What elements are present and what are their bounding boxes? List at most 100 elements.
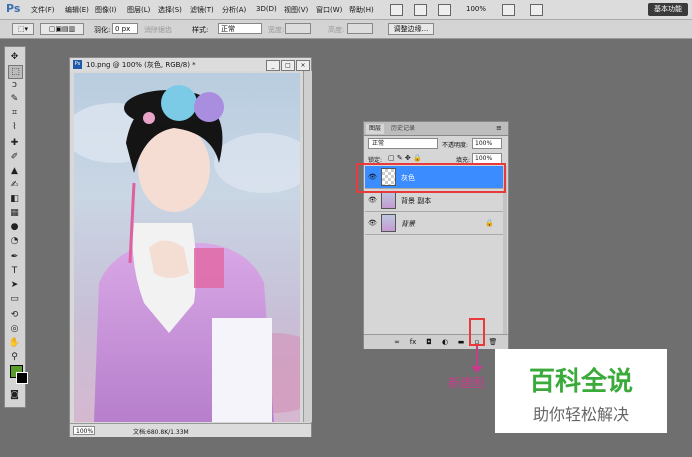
close-icon[interactable]: × xyxy=(296,60,310,71)
menu-layer[interactable]: 图层(L) xyxy=(127,5,150,15)
minibridge-icon[interactable] xyxy=(414,4,427,16)
document-status-bar: 100% 文档:680.8K/1.33M xyxy=(70,423,311,437)
screen-mode-icon[interactable] xyxy=(530,4,543,16)
quick-select-tool-icon[interactable]: ✎ xyxy=(8,93,21,105)
annotation-text: 新建图 xyxy=(448,376,485,390)
width-input[interactable] xyxy=(285,23,311,34)
tools-panel: ✥ ⬚ ↄ ✎ ⌗ ⌇ ✚ ✐ ▲ ✍ ◧ ▦ ● ◔ ✒ T ➤ ▭ ⟲ ◎ … xyxy=(4,46,28,408)
link-layers-icon[interactable]: ∞ xyxy=(392,337,402,347)
document-window: Ps 10.png @ 100% (灰色, RGB/8) * _ □ × 100… xyxy=(69,57,312,437)
menu-3d[interactable]: 3D(D) xyxy=(256,5,277,13)
group-icon[interactable]: ▬ xyxy=(456,337,466,347)
lock-icons[interactable]: ▢ ✎ ✥ 🔒 xyxy=(388,154,422,162)
minimize-icon[interactable]: _ xyxy=(266,60,280,71)
marquee-tool-icon[interactable]: ⬚ xyxy=(8,65,23,79)
bridge-icon[interactable] xyxy=(390,4,403,16)
opacity-label: 不透明度: xyxy=(442,142,469,149)
document-titlebar[interactable]: Ps 10.png @ 100% (灰色, RGB/8) * _ □ × xyxy=(70,58,311,71)
3d-orbit-tool-icon[interactable]: ◎ xyxy=(8,323,21,335)
opacity-input[interactable]: 100% xyxy=(472,138,502,149)
style-select[interactable]: 正常 xyxy=(218,23,262,34)
workspace-button[interactable]: 基本功能 xyxy=(648,3,688,16)
layer-mask-icon[interactable]: ◘ xyxy=(424,337,434,347)
blur-tool-icon[interactable]: ● xyxy=(8,221,21,233)
pen-tool-icon[interactable]: ✒ xyxy=(8,251,21,263)
panel-tabs: 图层 历史记录 ≡ xyxy=(364,122,508,136)
history-brush-tool-icon[interactable]: ✍ xyxy=(8,179,21,191)
options-bar: ⬚▾ ▢▣▤▥ 羽化: 0 px 消除锯齿 样式: 正常 宽度: 高度: 调整边… xyxy=(0,20,692,39)
width-label: 宽度: xyxy=(268,26,285,34)
path-select-tool-icon[interactable]: ➤ xyxy=(8,279,21,291)
watermark-logo: 百科全说 助你轻松解决 xyxy=(495,349,667,433)
lasso-tool-icon[interactable]: ↄ xyxy=(8,79,21,91)
eraser-tool-icon[interactable]: ◧ xyxy=(8,193,21,205)
crop-tool-icon[interactable]: ⌗ xyxy=(8,107,21,119)
healing-brush-tool-icon[interactable]: ✚ xyxy=(8,137,21,149)
menu-window[interactable]: 窗口(W) xyxy=(316,5,342,15)
menu-select[interactable]: 选择(S) xyxy=(158,5,182,15)
menu-file[interactable]: 文件(F) xyxy=(31,5,55,15)
layer-name: 背景 副本 xyxy=(401,197,432,205)
adjustment-layer-icon[interactable]: ◐ xyxy=(440,337,450,347)
maximize-icon[interactable]: □ xyxy=(281,60,295,71)
layer-thumbnail xyxy=(381,214,396,232)
layer-row-background[interactable]: 👁 背景 🔒 xyxy=(365,212,503,235)
type-tool-icon[interactable]: T xyxy=(8,265,21,277)
visibility-eye-icon[interactable]: 👁 xyxy=(368,219,377,227)
lock-icon: 🔒 xyxy=(485,219,494,227)
layers-bottom-bar: ∞ fx ◘ ◐ ▬ ▫ 🗑 xyxy=(364,334,508,349)
style-label: 样式: xyxy=(192,26,209,34)
menu-view[interactable]: 视图(V) xyxy=(284,5,308,15)
menu-bar: Ps 文件(F) 编辑(E) 图像(I) 图层(L) 选择(S) 滤镜(T) 分… xyxy=(0,0,692,20)
arrow-icon xyxy=(471,366,483,373)
brush-tool-icon[interactable]: ✐ xyxy=(8,151,21,163)
delete-layer-icon[interactable]: 🗑 xyxy=(488,337,498,347)
background-color-swatch[interactable] xyxy=(16,372,28,384)
move-tool-icon[interactable]: ✥ xyxy=(8,51,21,63)
tab-history[interactable]: 历史记录 xyxy=(388,124,418,134)
layer-thumbnail xyxy=(381,191,396,209)
status-file-size: 文档:680.8K/1.33M xyxy=(133,429,189,436)
height-input[interactable] xyxy=(347,23,373,34)
menu-help[interactable]: 帮助(H) xyxy=(349,5,374,15)
canvas-photo[interactable] xyxy=(74,73,300,422)
feather-label: 羽化: xyxy=(94,26,111,34)
antialias-checkbox[interactable]: 消除锯齿 xyxy=(144,25,172,35)
highlight-new-layer-button xyxy=(469,318,485,346)
feather-input[interactable]: 0 px xyxy=(112,23,138,34)
selection-mode-icons[interactable]: ▢▣▤▥ xyxy=(40,23,84,35)
app-logo: Ps xyxy=(6,2,21,15)
menu-filter[interactable]: 滤镜(T) xyxy=(190,5,214,15)
document-title: 10.png @ 100% (灰色, RGB/8) * xyxy=(86,61,196,69)
clone-stamp-tool-icon[interactable]: ▲ xyxy=(8,165,21,177)
shape-tool-icon[interactable]: ▭ xyxy=(8,293,21,305)
gradient-tool-icon[interactable]: ▦ xyxy=(8,207,21,219)
3d-rotate-tool-icon[interactable]: ⟲ xyxy=(8,309,21,321)
portrait-image xyxy=(74,85,300,422)
status-zoom-input[interactable]: 100% xyxy=(73,426,95,435)
zoom-tool-icon[interactable]: ⚲ xyxy=(8,351,21,363)
blend-mode-select[interactable]: 正常 xyxy=(368,138,438,149)
layer-style-icon[interactable]: fx xyxy=(408,337,418,347)
watermark-subtitle: 助你轻松解决 xyxy=(532,405,629,424)
panel-menu-icon[interactable]: ≡ xyxy=(496,124,502,132)
arrange-documents-icon[interactable] xyxy=(502,4,515,16)
eyedropper-tool-icon[interactable]: ⌇ xyxy=(8,121,21,133)
ps-document-icon: Ps xyxy=(73,60,82,69)
hand-tool-icon[interactable]: ✋ xyxy=(8,337,21,349)
marquee-tool-preset-icon[interactable]: ⬚▾ xyxy=(12,23,34,35)
menu-analysis[interactable]: 分析(A) xyxy=(222,5,246,15)
menu-edit[interactable]: 编辑(E) xyxy=(65,5,89,15)
view-extras-icon[interactable] xyxy=(438,4,451,16)
document-scrollbar[interactable] xyxy=(303,71,312,422)
dodge-tool-icon[interactable]: ◔ xyxy=(8,235,21,247)
highlight-selected-layer xyxy=(356,163,506,193)
zoom-level[interactable]: 100% xyxy=(466,5,486,13)
tab-layers[interactable]: 图层 xyxy=(366,124,385,134)
menu-image[interactable]: 图像(I) xyxy=(95,5,117,15)
layer-name: 背景 xyxy=(401,220,415,228)
height-label: 高度: xyxy=(328,26,345,34)
visibility-eye-icon[interactable]: 👁 xyxy=(368,196,377,204)
quick-mask-icon[interactable]: ◙ xyxy=(8,389,21,401)
refine-edge-button[interactable]: 调整边缘... xyxy=(388,23,434,35)
